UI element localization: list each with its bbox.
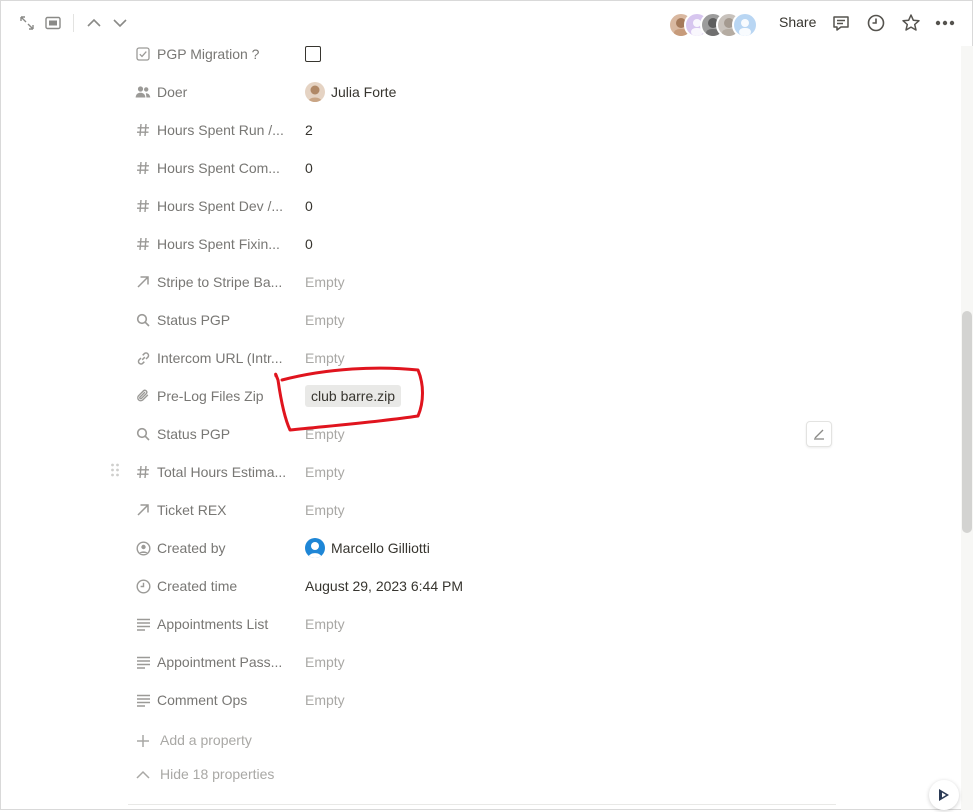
property-name[interactable]: Status PGP	[157, 426, 230, 442]
property-value[interactable]: Empty	[305, 654, 345, 670]
property-row[interactable]: Total Hours Estima... Empty	[0, 453, 960, 491]
property-name[interactable]: Hours Spent Dev /...	[157, 198, 283, 214]
hash-icon	[134, 121, 152, 139]
property-name[interactable]: Appointments List	[157, 616, 268, 632]
property-value[interactable]: 0	[305, 198, 313, 214]
chevron-up-icon	[134, 766, 152, 784]
property-row[interactable]: Hours Spent Com... 0	[0, 149, 960, 187]
expand-icon[interactable]	[16, 12, 38, 34]
text-lines-icon	[134, 691, 152, 709]
clock-icon	[134, 577, 152, 595]
drag-handle-icon[interactable]	[110, 462, 122, 480]
property-value[interactable]: August 29, 2023 6:44 PM	[305, 578, 463, 594]
person-chip[interactable]: Marcello Gilliotti	[305, 537, 430, 559]
person-circle-icon	[134, 539, 152, 557]
property-row[interactable]: Appointments List Empty	[0, 605, 960, 643]
property-name[interactable]: Created time	[157, 578, 237, 594]
property-row[interactable]: Doer Julia Forte	[0, 73, 960, 111]
property-name[interactable]: Appointment Pass...	[157, 654, 282, 670]
hide-properties-button[interactable]: Hide 18 properties	[0, 760, 960, 790]
property-name[interactable]: PGP Migration ?	[157, 46, 259, 62]
avatar	[305, 82, 325, 102]
property-name[interactable]: Hours Spent Fixin...	[157, 236, 280, 252]
property-row[interactable]: Intercom URL (Intr... Empty	[0, 339, 960, 377]
property-name[interactable]: Ticket REX	[157, 502, 227, 518]
property-value[interactable]: Empty	[305, 350, 345, 366]
pgp-migration-checkbox[interactable]	[305, 46, 321, 62]
property-value[interactable]: 0	[305, 160, 313, 176]
toolbar-divider	[73, 14, 74, 32]
side-peek-icon[interactable]	[42, 12, 64, 34]
comment-icon[interactable]	[830, 12, 852, 34]
text-lines-icon	[134, 615, 152, 633]
hide-properties-label: Hide 18 properties	[160, 766, 275, 782]
property-row[interactable]: Pre-Log Files Zip club barre.zip	[0, 377, 960, 415]
person-name: Julia Forte	[331, 84, 397, 100]
property-row[interactable]: Hours Spent Fixin... 0	[0, 225, 960, 263]
star-icon[interactable]	[900, 12, 922, 34]
relation-arrow-icon	[134, 501, 152, 519]
hash-icon	[134, 197, 152, 215]
hash-icon	[134, 159, 152, 177]
more-icon[interactable]	[934, 12, 956, 34]
link-icon	[134, 349, 152, 367]
property-value[interactable]: 0	[305, 236, 313, 252]
avatar	[305, 538, 325, 558]
property-row[interactable]: Comment Ops Empty	[0, 681, 960, 719]
property-row[interactable]: Ticket REX Empty	[0, 491, 960, 529]
property-value[interactable]: Empty	[305, 616, 345, 632]
property-name[interactable]: Pre-Log Files Zip	[157, 388, 264, 404]
search-icon	[134, 311, 152, 329]
property-name[interactable]: Total Hours Estima...	[157, 464, 286, 480]
property-row[interactable]: Created by Marcello Gilliotti	[0, 529, 960, 567]
property-name[interactable]: Intercom URL (Intr...	[157, 350, 283, 366]
add-property-button[interactable]: Add a property	[0, 726, 960, 756]
property-name[interactable]: Created by	[157, 540, 225, 556]
add-property-label: Add a property	[160, 732, 252, 748]
person-chip[interactable]: Julia Forte	[305, 81, 396, 103]
property-row[interactable]: Hours Spent Run /... 2	[0, 111, 960, 149]
search-icon	[134, 425, 152, 443]
file-chip[interactable]: club barre.zip	[305, 385, 402, 407]
plus-icon	[134, 732, 152, 750]
chevron-up-icon[interactable]	[83, 12, 105, 34]
scrollbar-thumb[interactable]	[962, 311, 972, 533]
property-name[interactable]: Doer	[157, 84, 187, 100]
relation-arrow-icon	[134, 273, 152, 291]
text-lines-icon	[134, 653, 152, 671]
property-name[interactable]: Status PGP	[157, 312, 230, 328]
property-value[interactable]: Empty	[305, 312, 345, 328]
property-value[interactable]: Empty	[305, 502, 345, 518]
property-value[interactable]: Empty	[305, 464, 345, 480]
property-name[interactable]: Comment Ops	[157, 692, 247, 708]
property-row[interactable]: Status PGP Empty	[0, 301, 960, 339]
share-button[interactable]: Share	[779, 14, 816, 30]
people-icon	[134, 83, 152, 101]
property-value[interactable]: Empty	[305, 692, 345, 708]
help-button[interactable]	[929, 780, 959, 810]
checkbox-icon	[134, 45, 152, 63]
property-name[interactable]: Hours Spent Com...	[157, 160, 280, 176]
edit-property-button[interactable]	[806, 421, 832, 447]
property-name[interactable]: Stripe to Stripe Ba...	[157, 274, 282, 290]
property-row[interactable]: Appointment Pass... Empty	[0, 643, 960, 681]
property-row[interactable]: Created time August 29, 2023 6:44 PM	[0, 567, 960, 605]
assistant-icon	[939, 789, 949, 801]
property-row[interactable]: PGP Migration ?	[0, 35, 960, 73]
chevron-down-icon[interactable]	[109, 12, 131, 34]
paperclip-icon	[134, 387, 152, 405]
person-name: Marcello Gilliotti	[331, 540, 430, 556]
property-row[interactable]: Stripe to Stripe Ba... Empty	[0, 263, 960, 301]
property-value[interactable]: 2	[305, 122, 313, 138]
section-divider	[128, 804, 836, 805]
hash-icon	[134, 235, 152, 253]
property-name[interactable]: Hours Spent Run /...	[157, 122, 284, 138]
clock-icon[interactable]	[865, 12, 887, 34]
property-value[interactable]: Empty	[305, 274, 345, 290]
property-value[interactable]: Empty	[305, 426, 345, 442]
property-row[interactable]: Hours Spent Dev /... 0	[0, 187, 960, 225]
hash-icon	[134, 463, 152, 481]
